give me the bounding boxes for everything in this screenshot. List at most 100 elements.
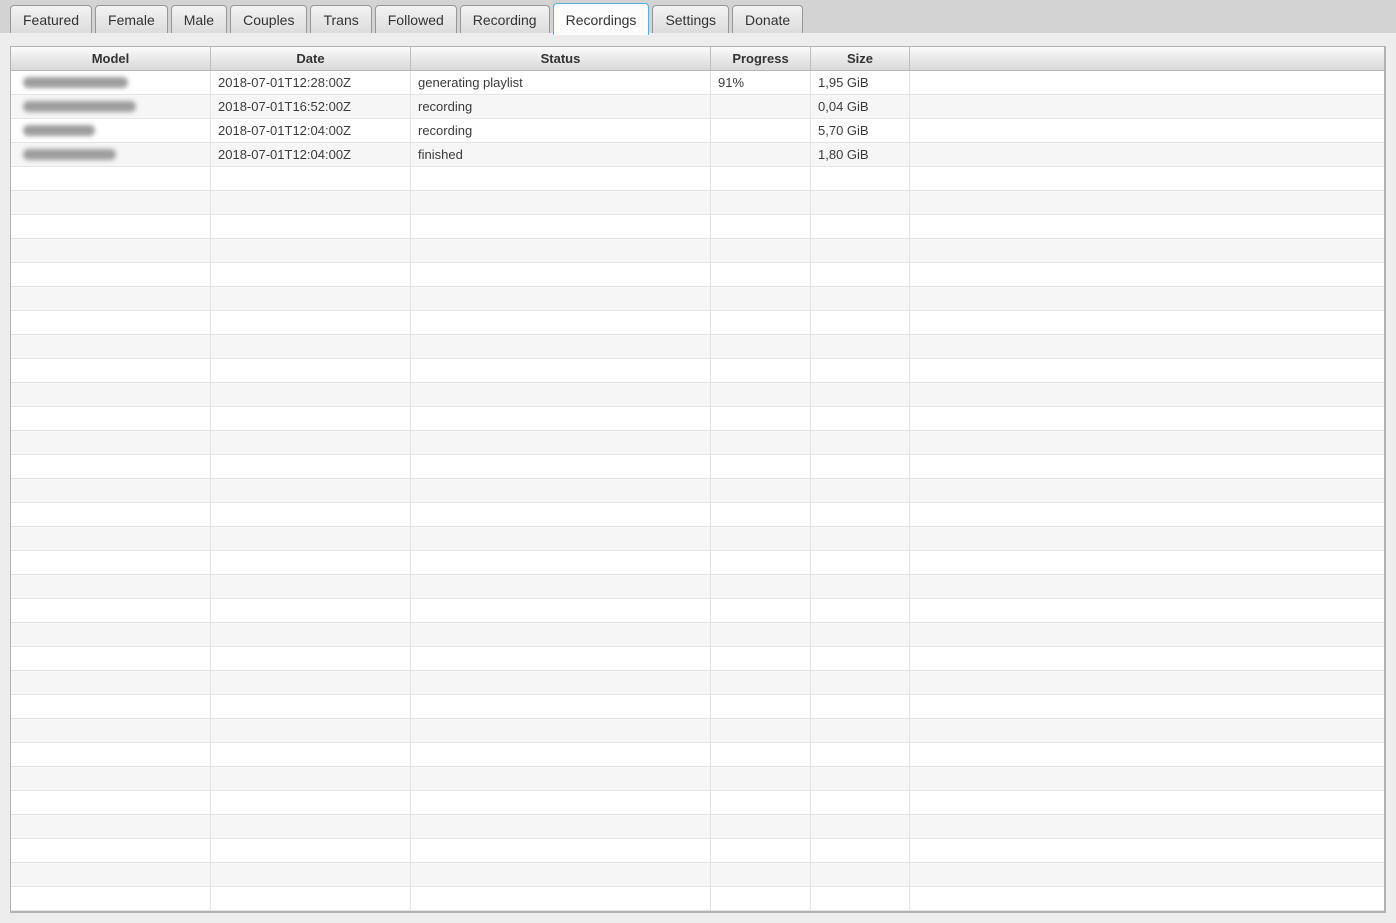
empty-cell <box>811 743 910 766</box>
empty-cell <box>811 599 910 622</box>
table-row-empty[interactable] <box>11 215 1384 239</box>
column-header-date[interactable]: Date <box>211 47 411 71</box>
empty-cell <box>910 839 1384 862</box>
column-header-status[interactable]: Status <box>411 47 711 71</box>
empty-cell <box>910 527 1384 550</box>
tab-trans[interactable]: Trans <box>310 5 372 33</box>
empty-cell <box>211 839 411 862</box>
table-row[interactable]: 2018-07-01T16:52:00Z recording 0,04 GiB <box>11 95 1384 119</box>
empty-cell <box>711 887 811 910</box>
empty-cell <box>411 359 711 382</box>
empty-cell <box>910 815 1384 838</box>
table-row-empty[interactable] <box>11 287 1384 311</box>
table-row-empty[interactable] <box>11 719 1384 743</box>
empty-cell <box>711 695 811 718</box>
empty-cell <box>11 863 211 886</box>
empty-cell <box>910 479 1384 502</box>
tab-featured[interactable]: Featured <box>10 5 93 33</box>
table-row-empty[interactable] <box>11 263 1384 287</box>
table-row-empty[interactable] <box>11 647 1384 671</box>
empty-cell <box>411 671 711 694</box>
table-row-empty[interactable] <box>11 887 1384 911</box>
empty-cell <box>211 383 411 406</box>
empty-cell <box>811 719 910 742</box>
tab-settings[interactable]: Settings <box>652 5 730 33</box>
tab-male[interactable]: Male <box>170 5 228 33</box>
model-cell <box>11 119 211 142</box>
empty-cell <box>811 863 910 886</box>
column-header-size[interactable]: Size <box>811 47 910 71</box>
table-row-empty[interactable] <box>11 743 1384 767</box>
table-row[interactable]: 2018-07-01T12:04:00Z recording 5,70 GiB <box>11 119 1384 143</box>
empty-cell <box>411 839 711 862</box>
table-row-empty[interactable] <box>11 407 1384 431</box>
table-row-empty[interactable] <box>11 239 1384 263</box>
empty-cell <box>211 311 411 334</box>
empty-cell <box>211 359 411 382</box>
empty-cell <box>910 599 1384 622</box>
empty-cell <box>211 503 411 526</box>
tab-recordings[interactable]: Recordings <box>552 3 650 35</box>
table-row-empty[interactable] <box>11 671 1384 695</box>
table-row-empty[interactable] <box>11 191 1384 215</box>
empty-cell <box>711 767 811 790</box>
table-row-empty[interactable] <box>11 359 1384 383</box>
empty-cell <box>211 551 411 574</box>
table-row-empty[interactable] <box>11 839 1384 863</box>
table-row-empty[interactable] <box>11 599 1384 623</box>
table-row-empty[interactable] <box>11 767 1384 791</box>
tab-couples[interactable]: Couples <box>230 5 308 33</box>
table-row-empty[interactable] <box>11 479 1384 503</box>
empty-cell <box>811 407 910 430</box>
table-row-empty[interactable] <box>11 551 1384 575</box>
table-row-empty[interactable] <box>11 167 1384 191</box>
table-row-empty[interactable] <box>11 503 1384 527</box>
table-row-empty[interactable] <box>11 695 1384 719</box>
empty-cell <box>411 551 711 574</box>
table-row-empty[interactable] <box>11 863 1384 887</box>
table-row-empty[interactable] <box>11 431 1384 455</box>
table-row[interactable]: 2018-07-01T12:28:00Z generating playlist 9… <box>11 71 1384 95</box>
empty-cell <box>711 359 811 382</box>
table-row-empty[interactable] <box>11 575 1384 599</box>
empty-cell <box>811 191 910 214</box>
table-row-empty[interactable] <box>11 335 1384 359</box>
tab-recording[interactable]: Recording <box>459 5 550 33</box>
empty-cell <box>811 791 910 814</box>
empty-cell <box>711 551 811 574</box>
empty-cell <box>711 623 811 646</box>
table-row[interactable]: 2018-07-01T12:04:00Z finished 1,80 GiB <box>11 143 1384 167</box>
empty-cell <box>211 599 411 622</box>
table-row-empty[interactable] <box>11 527 1384 551</box>
empty-cell <box>711 431 811 454</box>
empty-cell <box>411 527 711 550</box>
empty-cell <box>711 503 811 526</box>
date-cell: 2018-07-01T12:04:00Z <box>211 119 411 142</box>
tab-female[interactable]: Female <box>95 5 168 33</box>
table-row-empty[interactable] <box>11 623 1384 647</box>
table-row-empty[interactable] <box>11 311 1384 335</box>
empty-cell <box>411 743 711 766</box>
table-row-empty[interactable] <box>11 791 1384 815</box>
empty-cell <box>910 383 1384 406</box>
tab-followed[interactable]: Followed <box>374 5 457 33</box>
table-row-empty[interactable] <box>11 383 1384 407</box>
empty-cell <box>910 887 1384 910</box>
empty-cell <box>910 791 1384 814</box>
empty-cell <box>411 335 711 358</box>
size-cell: 1,95 GiB <box>811 71 910 94</box>
table-row-empty[interactable] <box>11 815 1384 839</box>
column-header-model[interactable]: Model <box>11 47 211 71</box>
column-header-progress[interactable]: Progress <box>711 47 811 71</box>
empty-cell <box>811 575 910 598</box>
empty-cell <box>811 767 910 790</box>
empty-cell <box>211 647 411 670</box>
empty-cell <box>11 551 211 574</box>
tab-donate[interactable]: Donate <box>732 5 804 33</box>
empty-cell <box>711 191 811 214</box>
column-header-empty[interactable] <box>910 47 1384 71</box>
empty-cell <box>411 815 711 838</box>
empty-cell <box>811 359 910 382</box>
empty-cell <box>910 671 1384 694</box>
table-row-empty[interactable] <box>11 455 1384 479</box>
